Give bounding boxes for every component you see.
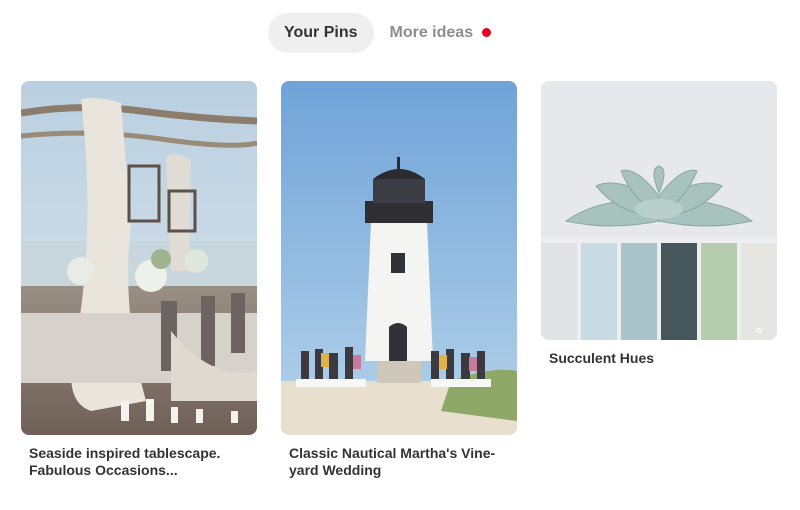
pin-title-line: Fabulous Occasions...	[29, 462, 178, 478]
pin-card-lighthouse[interactable]: Classic Nautical Martha's Vine- yard Wed…	[281, 81, 517, 479]
pin-card-seaside[interactable]: Seaside inspired tablescape. Fabulous Oc…	[21, 81, 257, 479]
pin-title-lighthouse[interactable]: Classic Nautical Martha's Vine- yard Wed…	[289, 445, 509, 479]
pin-title-succulent[interactable]: Succulent Hues	[549, 350, 769, 367]
pin-image-succulent[interactable]: ✿	[541, 81, 777, 340]
pin-image-lighthouse[interactable]	[281, 81, 517, 435]
palette-swatch	[661, 243, 697, 340]
pin-title-line: yard Wedding	[289, 462, 382, 478]
pin-image-seaside[interactable]	[21, 81, 257, 435]
palette-swatch	[741, 243, 777, 340]
pin-tabs: Your Pins More ideas	[268, 13, 507, 53]
notification-dot-icon	[482, 27, 492, 37]
pin-card-succulent[interactable]: ✿ Succulent Hues	[541, 81, 777, 367]
palette-swatch	[581, 243, 617, 340]
pin-title-seaside[interactable]: Seaside inspired tablescape. Fabulous Oc…	[29, 445, 249, 479]
palette-swatch	[541, 243, 577, 340]
pin-title-line: Classic Nautical Martha's Vine-	[289, 445, 496, 461]
tab-more-ideas[interactable]: More ideas	[374, 13, 508, 53]
palette-swatch	[621, 243, 657, 340]
pin-title-line: Succulent Hues	[549, 350, 655, 366]
tab-more-ideas-label: More ideas	[389, 24, 474, 41]
svg-text:✿: ✿	[756, 327, 762, 335]
palette-swatch	[701, 243, 737, 340]
tab-your-pins-label: Your Pins	[284, 24, 358, 41]
tab-your-pins[interactable]: Your Pins	[268, 13, 374, 53]
pin-title-line: Seaside inspired tablescape.	[29, 445, 221, 461]
